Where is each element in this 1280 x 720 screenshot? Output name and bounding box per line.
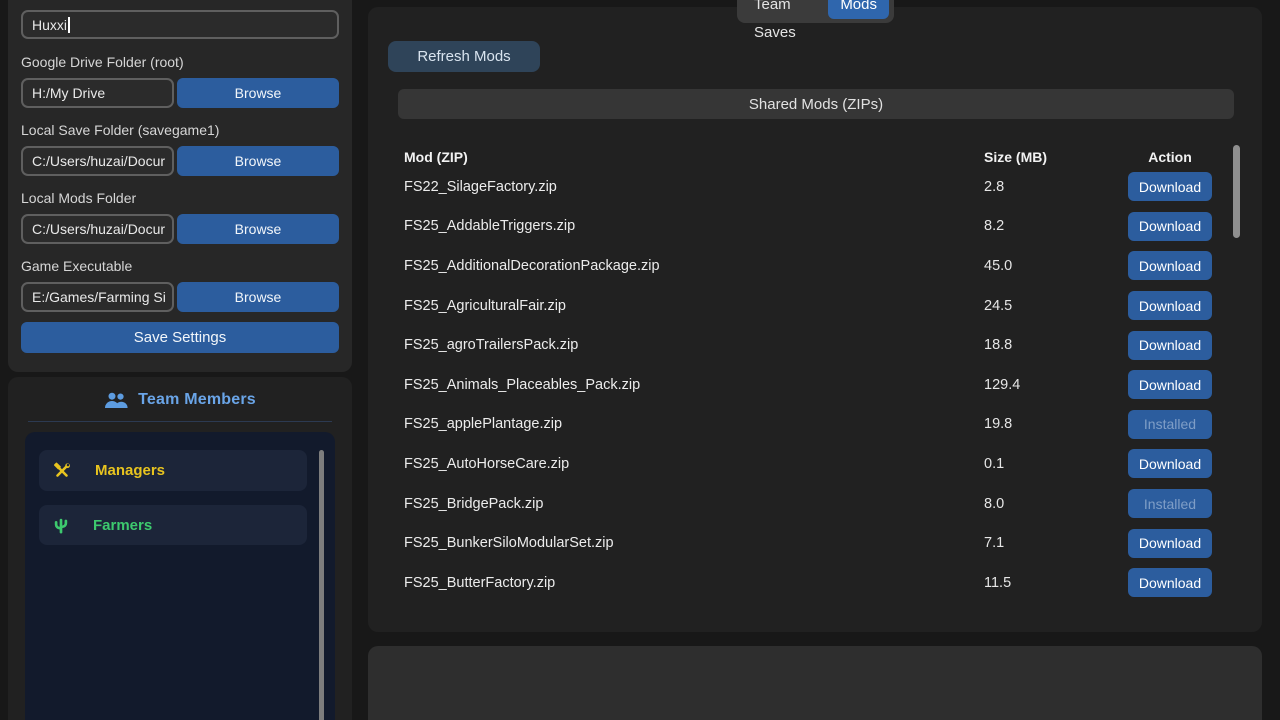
text-caret bbox=[68, 17, 70, 33]
installed-button[interactable]: Installed bbox=[1128, 410, 1212, 439]
tab-team-saves[interactable]: Team Saves bbox=[742, 0, 828, 19]
team-group-label: Farmers bbox=[93, 517, 152, 534]
tab-mods[interactable]: Mods bbox=[828, 0, 889, 19]
table-row: FS25_applePlantage.zip 19.8 Installed bbox=[404, 405, 1212, 445]
plant-icon bbox=[53, 516, 69, 534]
team-members-title: Team Members bbox=[138, 391, 256, 409]
table-row: FS25_ButterFactory.zip 11.5 Download bbox=[404, 563, 1212, 603]
save-settings-button[interactable]: Save Settings bbox=[21, 322, 339, 353]
browse-google-drive-button[interactable]: Browse bbox=[177, 78, 339, 108]
username-value: Huxxi bbox=[32, 17, 67, 33]
column-header-size: Size (MB) bbox=[984, 149, 1128, 165]
local-mods-folder-input[interactable]: C:/Users/huzai/Docur bbox=[21, 214, 174, 244]
team-members-panel: Team Members Managers bbox=[8, 377, 352, 720]
local-save-folder-input[interactable]: C:/Users/huzai/Docur bbox=[21, 146, 174, 176]
mods-table-header: Mod (ZIP) Size (MB) Action bbox=[404, 147, 1212, 167]
mod-name-cell: FS25_AddableTriggers.zip bbox=[404, 218, 984, 234]
column-header-mod: Mod (ZIP) bbox=[404, 149, 984, 165]
mod-size-cell: 2.8 bbox=[984, 179, 1128, 195]
table-row: FS25_BunkerSiloModularSet.zip 7.1 Downlo… bbox=[404, 523, 1212, 563]
download-button[interactable]: Download bbox=[1128, 251, 1212, 280]
download-button[interactable]: Download bbox=[1128, 529, 1212, 558]
download-button[interactable]: Download bbox=[1128, 370, 1212, 399]
table-row: FS25_AgriculturalFair.zip 24.5 Download bbox=[404, 286, 1212, 326]
secondary-panel bbox=[368, 646, 1262, 720]
download-button[interactable]: Download bbox=[1128, 291, 1212, 320]
mod-name-cell: FS25_Animals_Placeables_Pack.zip bbox=[404, 377, 984, 393]
mod-size-cell: 8.2 bbox=[984, 218, 1128, 234]
google-drive-folder-label: Google Drive Folder (root) bbox=[21, 53, 339, 71]
team-group-managers[interactable]: Managers bbox=[39, 450, 307, 491]
refresh-mods-button[interactable]: Refresh Mods bbox=[388, 41, 540, 72]
team-group-label: Managers bbox=[95, 462, 165, 479]
mod-size-cell: 19.8 bbox=[984, 416, 1128, 432]
table-row: FS25_AdditionalDecorationPackage.zip 45.… bbox=[404, 246, 1212, 286]
table-row: FS25_Animals_Placeables_Pack.zip 129.4 D… bbox=[404, 365, 1212, 405]
table-row: FS25_agroTrailersPack.zip 18.8 Download bbox=[404, 325, 1212, 365]
team-list-panel: Managers Farmers bbox=[25, 432, 335, 720]
mod-name-cell: FS25_applePlantage.zip bbox=[404, 416, 984, 432]
mod-name-cell: FS25_AgriculturalFair.zip bbox=[404, 298, 984, 314]
game-executable-input[interactable]: E:/Games/Farming Si bbox=[21, 282, 174, 312]
mod-size-cell: 11.5 bbox=[984, 575, 1128, 591]
download-button[interactable]: Download bbox=[1128, 331, 1212, 360]
table-row: FS25_AutoHorseCare.zip 0.1 Download bbox=[404, 444, 1212, 484]
mod-size-cell: 0.1 bbox=[984, 456, 1128, 472]
team-group-farmers[interactable]: Farmers bbox=[39, 505, 307, 545]
mods-table: Mod (ZIP) Size (MB) Action FS22_SilageFa… bbox=[404, 147, 1212, 603]
local-mods-folder-label: Local Mods Folder bbox=[21, 189, 339, 207]
mod-size-cell: 8.0 bbox=[984, 496, 1128, 512]
people-icon bbox=[104, 392, 128, 408]
divider bbox=[28, 421, 332, 422]
team-list-scrollbar[interactable] bbox=[319, 450, 324, 720]
mod-name-cell: FS25_BunkerSiloModularSet.zip bbox=[404, 535, 984, 551]
download-button[interactable]: Download bbox=[1128, 212, 1212, 241]
download-button[interactable]: Download bbox=[1128, 172, 1212, 201]
mod-name-cell: FS25_AutoHorseCare.zip bbox=[404, 456, 984, 472]
download-button[interactable]: Download bbox=[1128, 568, 1212, 597]
mod-size-cell: 18.8 bbox=[984, 337, 1128, 353]
mod-size-cell: 45.0 bbox=[984, 258, 1128, 274]
browse-game-executable-button[interactable]: Browse bbox=[177, 282, 339, 312]
mod-name-cell: FS22_SilageFactory.zip bbox=[404, 179, 984, 195]
local-save-folder-label: Local Save Folder (savegame1) bbox=[21, 121, 339, 139]
team-members-header: Team Members bbox=[8, 388, 352, 412]
mod-size-cell: 24.5 bbox=[984, 298, 1128, 314]
installed-button[interactable]: Installed bbox=[1128, 489, 1212, 518]
table-row: FS25_BridgePack.zip 8.0 Installed bbox=[404, 484, 1212, 524]
mod-name-cell: FS25_BridgePack.zip bbox=[404, 496, 984, 512]
browse-local-save-button[interactable]: Browse bbox=[177, 146, 339, 176]
table-row: FS25_AddableTriggers.zip 8.2 Download bbox=[404, 207, 1212, 247]
download-button[interactable]: Download bbox=[1128, 449, 1212, 478]
mods-panel: Refresh Mods Shared Mods (ZIPs) Mod (ZIP… bbox=[368, 7, 1262, 632]
mod-name-cell: FS25_ButterFactory.zip bbox=[404, 575, 984, 591]
mod-name-cell: FS25_AdditionalDecorationPackage.zip bbox=[404, 258, 984, 274]
column-header-action: Action bbox=[1128, 149, 1212, 165]
settings-panel: Huxxi Google Drive Folder (root) H:/My D… bbox=[8, 0, 352, 372]
mod-size-cell: 7.1 bbox=[984, 535, 1128, 551]
game-executable-label: Game Executable bbox=[21, 257, 339, 275]
google-drive-folder-input[interactable]: H:/My Drive bbox=[21, 78, 174, 108]
tab-bar: Team Saves Mods bbox=[737, 0, 894, 23]
mod-name-cell: FS25_agroTrailersPack.zip bbox=[404, 337, 984, 353]
table-row: FS22_SilageFactory.zip 2.8 Download bbox=[404, 167, 1212, 207]
mods-table-scrollbar[interactable] bbox=[1233, 145, 1240, 238]
tools-icon bbox=[53, 462, 71, 480]
shared-mods-section-title: Shared Mods (ZIPs) bbox=[398, 89, 1234, 119]
mod-size-cell: 129.4 bbox=[984, 377, 1128, 393]
username-input[interactable]: Huxxi bbox=[21, 10, 339, 39]
browse-local-mods-button[interactable]: Browse bbox=[177, 214, 339, 244]
